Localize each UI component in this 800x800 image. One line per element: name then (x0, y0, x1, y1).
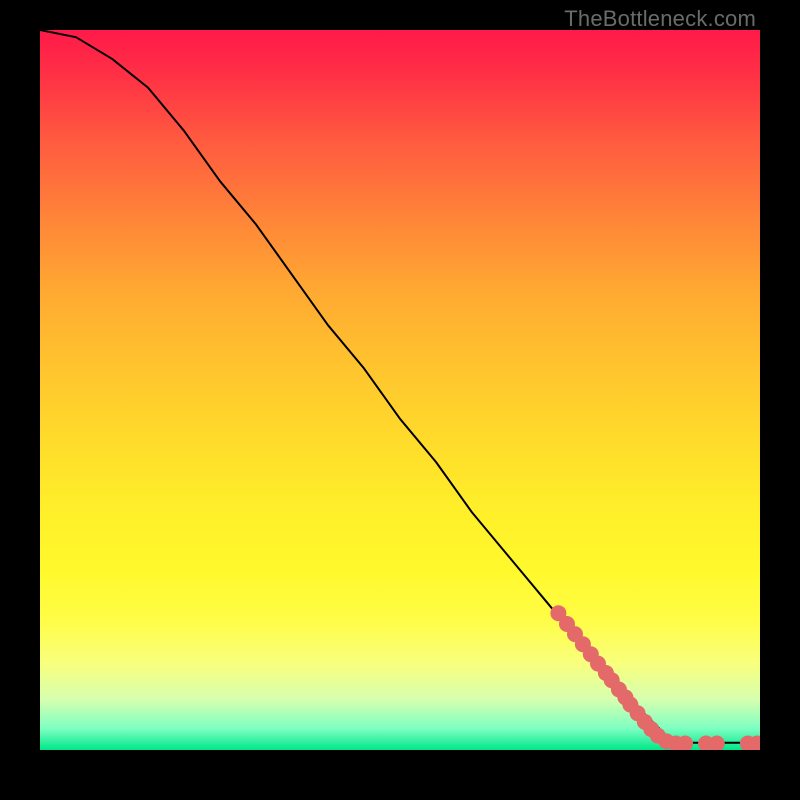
plot-area (40, 30, 760, 750)
watermark-label: TheBottleneck.com (564, 6, 756, 32)
chart-frame: TheBottleneck.com (0, 0, 800, 800)
data-markers (550, 605, 760, 750)
curve-line (40, 30, 760, 743)
chart-svg (40, 30, 760, 750)
